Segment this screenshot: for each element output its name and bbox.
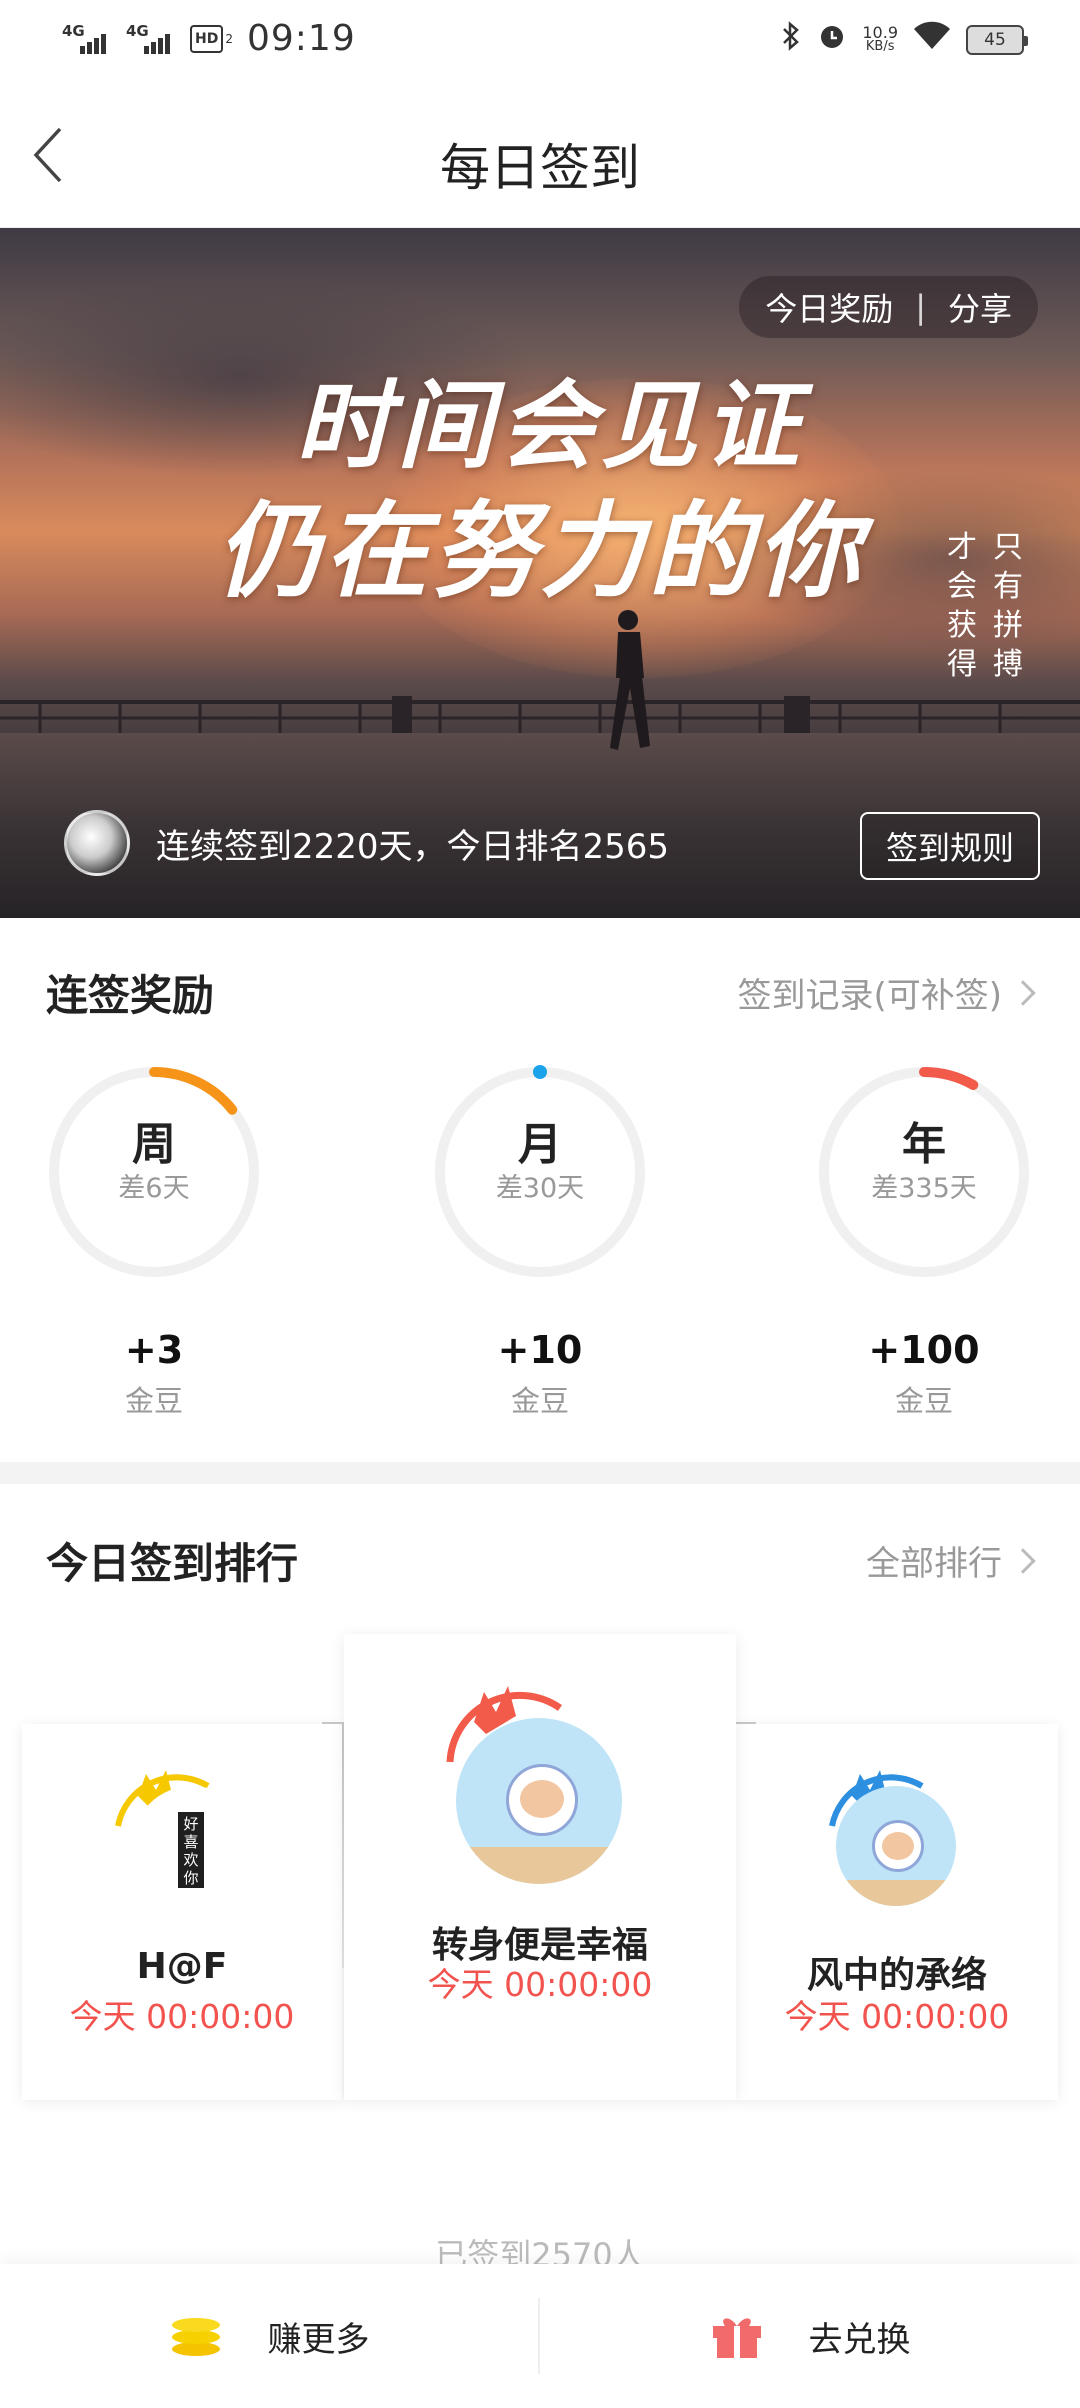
reward-name: 周 — [132, 1119, 176, 1170]
reward-amount: +3 — [124, 1328, 184, 1372]
avatar — [836, 1786, 956, 1906]
coins-icon — [171, 2318, 220, 2356]
gift-icon — [712, 2318, 761, 2358]
rank-time: 今天 00:00:00 — [427, 1965, 653, 2004]
exchange-label: 去兑换 — [808, 2319, 911, 2360]
share-link[interactable]: 分享 — [948, 284, 1012, 330]
reward-week[interactable]: 周 差6天 +3 金豆 — [44, 1062, 264, 1420]
ring-progress — [149, 1067, 238, 1115]
reward-year[interactable]: 年 差335天 +100 金豆 — [814, 1062, 1034, 1420]
all-ranking-link[interactable]: 全部排行 — [866, 1536, 1036, 1585]
page-title: 每日签到 — [440, 139, 640, 197]
reward-remain: 差335天 — [871, 1173, 977, 1204]
all-ranking-label: 全部排行 — [866, 1544, 1002, 1584]
pill-separator: | — [915, 288, 926, 326]
bottom-bar: 赚更多 去兑换 — [0, 2264, 1080, 2408]
vertical-text-2: 只有拼搏 — [993, 530, 1023, 682]
avatar-calligraphy: 好喜欢你 — [178, 1812, 204, 1888]
chevron-right-icon — [1010, 1547, 1036, 1574]
walking-person-graphic — [610, 610, 650, 750]
rewards-title: 连签奖励 — [46, 971, 215, 1020]
status-right: 10.9 KB/s 45 — [780, 20, 1028, 59]
slogan-line-2: 仍在努力的你 — [215, 489, 864, 612]
ring-progress — [919, 1067, 979, 1090]
section-divider — [0, 1462, 1080, 1484]
reward-unit: 金豆 — [124, 1384, 183, 1418]
progress-ring: 周 差6天 — [44, 1062, 264, 1282]
rank-card-second[interactable]: 好喜欢你 H@F 今天 00:00:00 — [22, 1724, 342, 2100]
nav-bar: 每日签到 — [0, 80, 1080, 228]
signal-icon: 4G — [126, 22, 176, 56]
earn-more-button[interactable]: 赚更多 — [0, 2264, 539, 2408]
railing-graphic — [0, 696, 1080, 736]
reward-remain: 差30天 — [495, 1173, 585, 1204]
banner-actions: 今日奖励 | 分享 — [739, 276, 1038, 338]
reward-amount: +100 — [868, 1328, 980, 1372]
network-label: 4G — [126, 21, 149, 40]
today-reward-link[interactable]: 今日奖励 — [765, 284, 893, 330]
ring-progress — [533, 1065, 547, 1079]
speed-value: 10.9 — [862, 22, 898, 42]
progress-ring: 年 差335天 — [814, 1062, 1034, 1282]
avatar: 好喜欢你 — [132, 1786, 252, 1906]
hd-icon: HD — [190, 24, 224, 53]
vertical-text-1: 才会获得 — [947, 530, 977, 682]
avatar — [456, 1718, 622, 1884]
sign-record-link[interactable]: 签到记录(可补签) — [737, 968, 1036, 1017]
sign-rules-button[interactable]: 签到规则 — [860, 812, 1040, 880]
hd-sub: 2 — [225, 31, 233, 46]
reward-month[interactable]: 月 差30天 +10 金豆 — [430, 1062, 650, 1420]
rank-name: H@F — [136, 1946, 228, 1987]
reward-amount: +10 — [497, 1328, 583, 1372]
sign-record-label: 签到记录(可补签) — [737, 976, 1002, 1016]
bluetooth-icon — [780, 20, 802, 59]
streak-row: 连续签到2220天，今日排名2565 — [64, 810, 669, 876]
status-left: 4G 4G HD 2 09:19 — [62, 18, 356, 59]
ranking-title: 今日签到排行 — [46, 1539, 299, 1588]
network-label: 4G — [62, 21, 85, 40]
rank-time: 今天 00:00:00 — [69, 1997, 295, 2036]
progress-ring: 月 差30天 — [430, 1062, 650, 1282]
rank-card-first[interactable]: 转身便是幸福 今天 00:00:00 — [344, 1634, 736, 2100]
reward-remain: 差6天 — [118, 1173, 190, 1204]
streak-text: 连续签到2220天，今日排名2565 — [156, 826, 670, 867]
alarm-icon — [816, 20, 848, 59]
bottom-divider — [538, 2298, 540, 2374]
banner: 今日奖励 | 分享 时间会见证 仍在努力的你 才会获得 只有拼搏 连续签到222… — [0, 228, 1080, 918]
rank-card-third[interactable]: 风中的承络 今天 00:00:00 — [736, 1724, 1058, 2100]
signal-icon: 4G — [62, 22, 112, 56]
rank-time: 今天 00:00:00 — [784, 1997, 1010, 2036]
battery-icon: 45 — [966, 24, 1028, 55]
exchange-button[interactable]: 去兑换 — [541, 2264, 1080, 2408]
status-bar: 4G 4G HD 2 09:19 10.9 KB/s 45 — [0, 0, 1080, 80]
wifi-icon — [912, 21, 952, 58]
avatar[interactable] — [64, 810, 130, 876]
reward-unit: 金豆 — [510, 1384, 569, 1418]
chevron-right-icon — [1010, 979, 1036, 1006]
network-speed: 10.9 KB/s — [862, 22, 898, 54]
earn-more-label: 赚更多 — [267, 2319, 370, 2360]
reward-name: 年 — [902, 1119, 946, 1170]
speed-unit: KB/s — [865, 38, 895, 54]
reward-unit: 金豆 — [894, 1384, 953, 1418]
status-time: 09:19 — [246, 18, 356, 59]
reward-name: 月 — [518, 1119, 562, 1170]
